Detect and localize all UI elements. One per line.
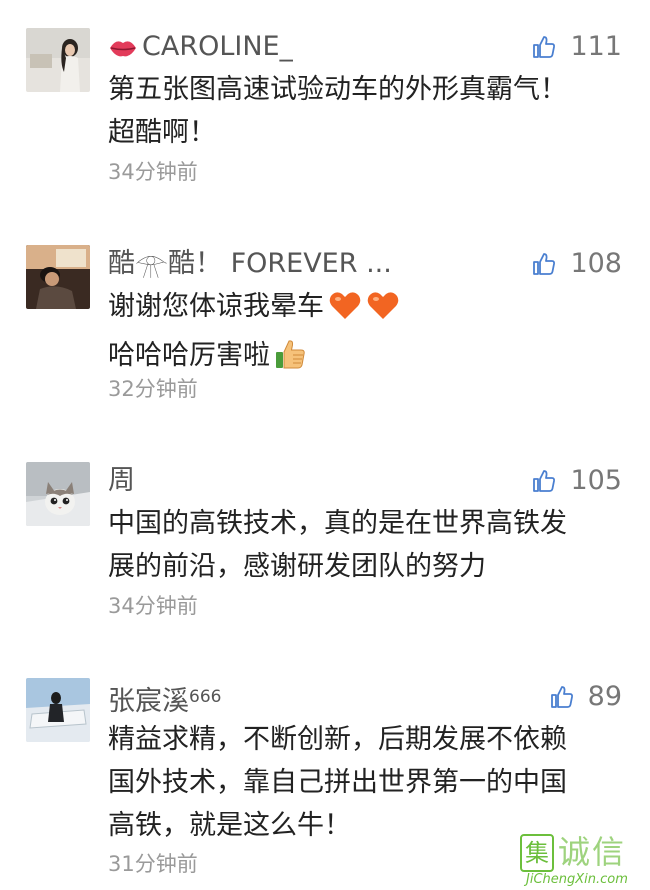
like-thumb-icon	[533, 253, 556, 275]
comment-text: 中国的高铁技术，真的是在世界高铁发 展的前沿，感谢研发团队的努力	[108, 502, 628, 588]
comment-item: 酷𓁿酷！ FOREVER ... 108 谢谢您体谅我晕车 哈哈哈厉害啦 32分…	[0, 245, 650, 405]
comment-item: 周 105 中国的高铁技术，真的是在世界高铁发 展的前沿，感谢研发团队的努力 3…	[0, 462, 650, 622]
username[interactable]: CAROLINE_	[108, 30, 293, 68]
like-button[interactable]: 108	[532, 247, 622, 281]
like-count: 89	[587, 681, 622, 712]
avatar[interactable]	[26, 245, 90, 309]
comment-line: 精益求精，不断创新，后期发展不依赖	[108, 724, 567, 755]
like-button[interactable]: 105	[532, 464, 622, 498]
like-button[interactable]: 89	[550, 680, 622, 714]
comment-line: 国外技术，靠自己拼出世界第一的中国	[108, 767, 567, 798]
username-superscript: 666	[189, 687, 222, 707]
comment-time: 32分钟前	[108, 377, 198, 401]
like-thumb-icon	[533, 36, 556, 58]
like-thumb-icon	[533, 470, 556, 492]
like-count: 108	[570, 248, 622, 279]
comment-line: 谢谢您体谅我晕车	[108, 285, 628, 334]
heart-emoji	[328, 291, 362, 334]
username[interactable]: 酷𓁿酷！ FOREVER ...	[108, 247, 392, 281]
avatar[interactable]	[26, 28, 90, 92]
like-thumb-icon	[550, 686, 573, 708]
comment-line: 展的前沿，感谢研发团队的努力	[108, 551, 486, 582]
comment-text: 第五张图高速试验动车的外形真霸气！ 超酷啊！	[108, 68, 628, 154]
comment-time: 34分钟前	[108, 160, 198, 184]
comment-item: CAROLINE_ 111 第五张图高速试验动车的外形真霸气！ 超酷啊！ 34分…	[0, 28, 650, 188]
avatar[interactable]	[26, 678, 90, 742]
like-button[interactable]: 111	[532, 30, 622, 64]
watermark: 集 诚信 JiChengXin.com	[520, 832, 640, 887]
comment-line: 超酷啊！	[108, 117, 216, 148]
watermark-url: JiChengXin.com	[526, 872, 628, 887]
comment-line: 中国的高铁技术，真的是在世界高铁发	[108, 508, 567, 539]
username[interactable]: 周	[108, 464, 135, 498]
watermark-chars: 诚信	[558, 833, 627, 871]
watermark-logo-box: 集	[520, 834, 554, 872]
comment-text: 谢谢您体谅我晕车 哈哈哈厉害啦	[108, 285, 628, 383]
avatar[interactable]	[26, 462, 90, 526]
lips-icon	[108, 34, 138, 68]
comment-line: 第五张图高速试验动车的外形真霸气！	[108, 74, 567, 105]
comment-time: 31分钟前	[108, 852, 198, 876]
heart-emoji	[366, 291, 400, 334]
like-count: 105	[570, 465, 622, 496]
like-count: 111	[570, 31, 622, 62]
comment-time: 34分钟前	[108, 594, 198, 618]
username[interactable]: 张宸溪666	[108, 680, 221, 719]
comment-text: 精益求精，不断创新，后期发展不依赖 国外技术，靠自己拼出世界第一的中国 高铁，就…	[108, 718, 628, 847]
thumbs-up-emoji	[274, 338, 306, 383]
